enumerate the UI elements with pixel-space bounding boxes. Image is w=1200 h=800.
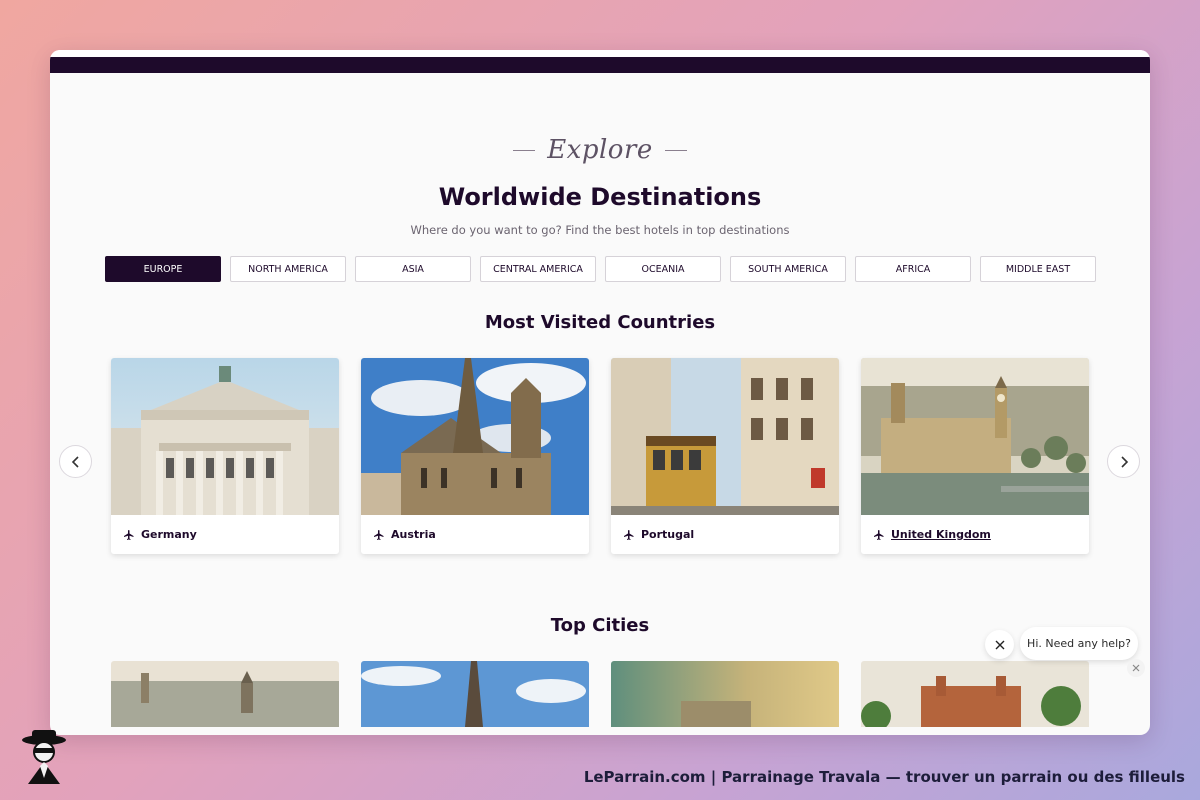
divider-right bbox=[664, 149, 687, 151]
city-card[interactable] bbox=[361, 661, 589, 727]
carousel-prev-button[interactable] bbox=[59, 445, 92, 478]
country-card-portugal[interactable]: Portugal bbox=[611, 358, 839, 554]
leparrain-logo bbox=[22, 730, 66, 784]
united-kingdom-photo bbox=[861, 358, 1089, 515]
country-card-germany[interactable]: Germany bbox=[111, 358, 339, 554]
plane-icon bbox=[373, 529, 385, 541]
explore-label: Explore bbox=[547, 135, 653, 165]
country-name-united-kingdom[interactable]: United Kingdom bbox=[891, 528, 991, 541]
country-caption: Austria bbox=[361, 515, 589, 554]
portugal-photo bbox=[611, 358, 839, 515]
country-card-austria[interactable]: Austria bbox=[361, 358, 589, 554]
country-caption: Germany bbox=[111, 515, 339, 554]
chat-dismiss-button[interactable] bbox=[1127, 659, 1145, 677]
carousel-next-button[interactable] bbox=[1107, 445, 1140, 478]
tab-oceania[interactable]: OCEANIA bbox=[605, 256, 721, 282]
city-card[interactable] bbox=[861, 661, 1089, 727]
countries-section-title: Most Visited Countries bbox=[484, 312, 716, 333]
chevron-left-icon bbox=[71, 455, 79, 468]
country-caption: United Kingdom bbox=[861, 515, 1089, 554]
cities-section-title: Top Cities bbox=[550, 615, 650, 636]
country-name-portugal: Portugal bbox=[641, 528, 695, 541]
plane-icon bbox=[873, 529, 885, 541]
germany-photo bbox=[111, 358, 339, 515]
tab-europe[interactable]: EUROPE bbox=[105, 256, 221, 282]
explore-kicker: Explore bbox=[50, 135, 1150, 165]
tab-central-america[interactable]: CENTRAL AMERICA bbox=[480, 256, 596, 282]
divider-left bbox=[513, 149, 536, 151]
region-tabs: EUROPE NORTH AMERICA ASIA CENTRAL AMERIC… bbox=[105, 256, 1096, 282]
tab-south-america[interactable]: SOUTH AMERICA bbox=[730, 256, 846, 282]
city-card[interactable] bbox=[611, 661, 839, 727]
plane-icon bbox=[623, 529, 635, 541]
chevron-right-icon bbox=[1120, 455, 1128, 468]
city-card[interactable] bbox=[111, 661, 339, 727]
close-icon bbox=[995, 640, 1004, 649]
tab-africa[interactable]: AFRICA bbox=[855, 256, 971, 282]
tab-north-america[interactable]: NORTH AMERICA bbox=[230, 256, 346, 282]
tab-asia[interactable]: ASIA bbox=[355, 256, 471, 282]
page-title: Worldwide Destinations bbox=[438, 183, 762, 211]
austria-photo bbox=[361, 358, 589, 515]
chat-close-button[interactable] bbox=[985, 630, 1014, 659]
site-header-bar bbox=[50, 50, 1150, 73]
page-subtitle: Where do you want to go? Find the best h… bbox=[410, 223, 790, 237]
country-name-germany: Germany bbox=[141, 528, 197, 541]
chat-help-bubble[interactable]: Hi. Need any help? bbox=[1020, 627, 1138, 660]
browser-window: Explore Worldwide Destinations Where do … bbox=[50, 50, 1150, 735]
close-icon bbox=[1132, 664, 1140, 672]
country-caption: Portugal bbox=[611, 515, 839, 554]
tab-middle-east[interactable]: MIDDLE EAST bbox=[980, 256, 1096, 282]
plane-icon bbox=[123, 529, 135, 541]
footer-caption: LeParrain.com | Parrainage Travala — tro… bbox=[583, 768, 1185, 786]
country-card-united-kingdom[interactable]: United Kingdom bbox=[861, 358, 1089, 554]
country-name-austria: Austria bbox=[391, 528, 436, 541]
